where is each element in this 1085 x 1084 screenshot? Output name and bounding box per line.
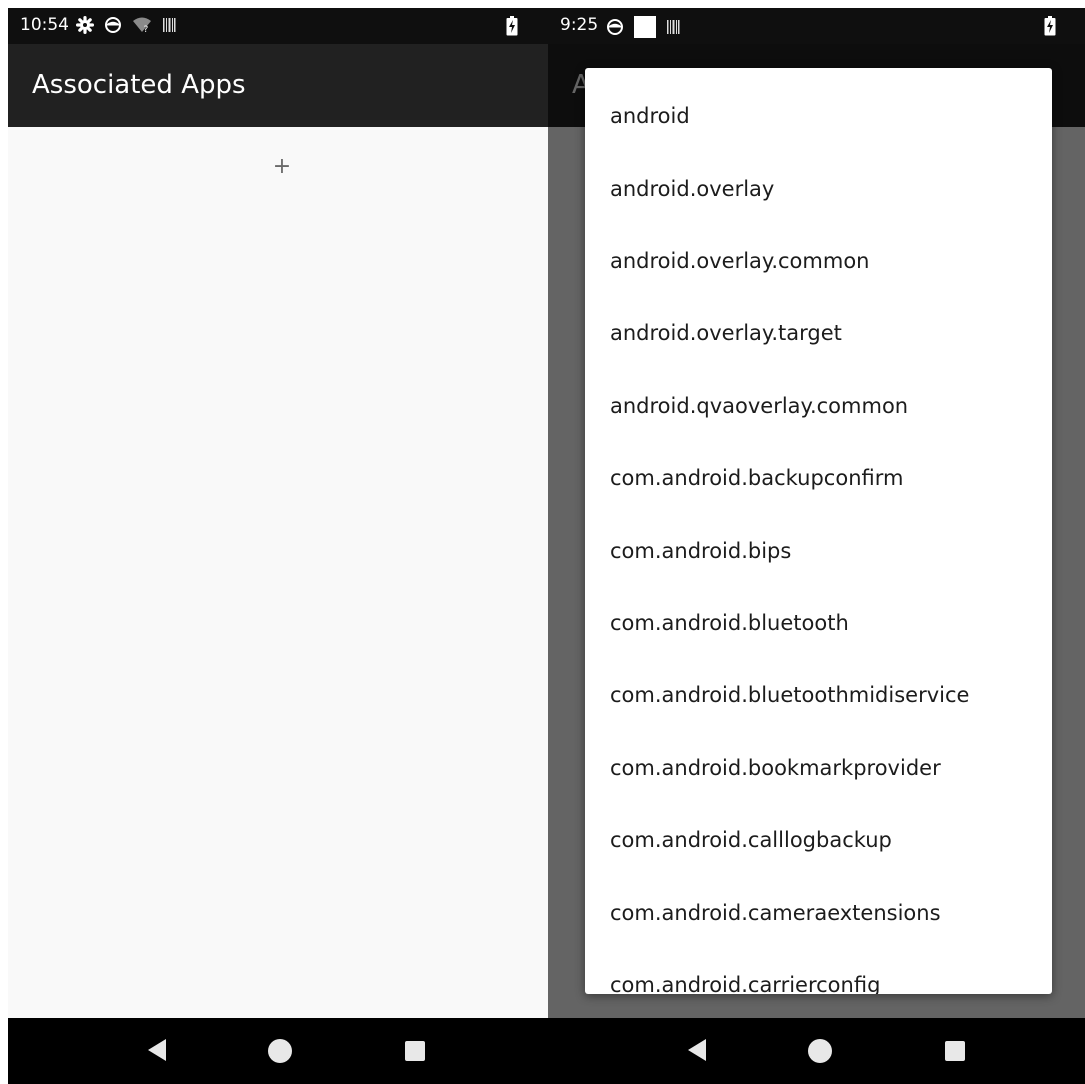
list-item[interactable]: android [610, 96, 690, 136]
list-item[interactable]: com.android.bookmarkprovider [610, 748, 941, 788]
navigation-bar [8, 1018, 548, 1084]
list-item[interactable]: android.overlay.target [610, 313, 842, 353]
navigation-bar [548, 1018, 1085, 1084]
barcode-icon [163, 18, 176, 32]
list-item[interactable]: com.android.backupconfirm [610, 458, 903, 498]
list-item[interactable]: com.android.calllogbackup [610, 820, 892, 860]
notification-square-icon [634, 16, 656, 38]
list-item[interactable]: com.android.bluetoothmidiservice [610, 675, 969, 715]
status-time: 10:54 [20, 15, 69, 35]
sync-icon [607, 19, 623, 35]
status-icons [606, 16, 680, 38]
back-icon[interactable] [146, 1038, 168, 1062]
list-item[interactable]: com.android.cameraextensions [610, 893, 941, 933]
wifi-unknown-icon: ? [133, 17, 151, 34]
page-title: Associated Apps [32, 70, 246, 100]
battery-charging-icon [1044, 16, 1056, 36]
list-item[interactable]: com.android.carrierconfig [610, 965, 880, 994]
list-item[interactable]: android.overlay.common [610, 241, 869, 281]
status-icons: ? [76, 16, 176, 34]
app-bar: Associated Apps [8, 44, 548, 127]
left-screen: 10:54 ? Associated Apps + [8, 0, 548, 1084]
back-icon[interactable] [686, 1038, 708, 1062]
list-item[interactable]: com.android.bips [610, 531, 791, 571]
associated-apps-list: + [8, 127, 548, 1018]
recents-icon[interactable] [944, 1040, 966, 1062]
list-item[interactable]: com.android.bluetooth [610, 603, 849, 643]
list-item[interactable]: android.overlay [610, 169, 774, 209]
add-app-button[interactable]: + [270, 155, 294, 179]
battery-charging-icon [506, 16, 518, 36]
recents-icon[interactable] [404, 1040, 426, 1062]
sync-icon [105, 17, 121, 33]
status-bar: 9:25 [548, 8, 1085, 44]
home-icon[interactable] [807, 1038, 833, 1064]
home-icon[interactable] [267, 1038, 293, 1064]
list-item[interactable]: android.qvaoverlay.common [610, 386, 908, 426]
svg-text:?: ? [144, 25, 149, 34]
status-bar: 10:54 ? [8, 8, 548, 44]
barcode-icon [667, 20, 680, 34]
status-time: 9:25 [560, 15, 599, 35]
settings-icon [76, 16, 94, 34]
package-picker-popup: android android.overlay android.overlay.… [585, 68, 1052, 994]
right-screen: 9:25 A android [548, 0, 1085, 1084]
